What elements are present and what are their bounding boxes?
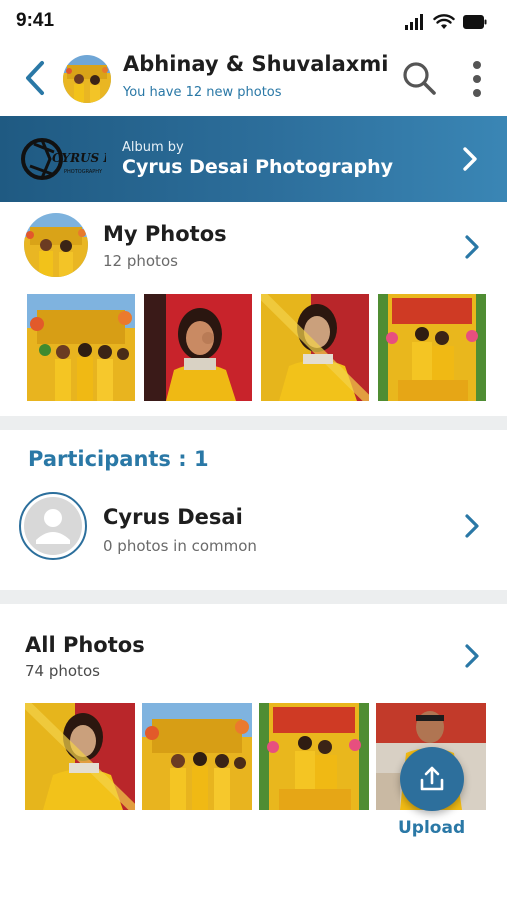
logo-subtext: PHOTOGRAPHY: [64, 169, 103, 175]
upload-icon: [420, 766, 444, 791]
participants-section: Participants : 1 Cyrus Desai 0 photos in…: [0, 430, 507, 590]
my-photos-thumbnails: [27, 294, 486, 401]
chevron-right-icon[interactable]: [458, 233, 486, 261]
photo-thumbnail[interactable]: [261, 294, 369, 401]
status-time: 9:41: [16, 10, 55, 31]
back-button[interactable]: [18, 58, 52, 98]
chevron-right-icon[interactable]: [458, 642, 486, 670]
back-chevron-icon: [26, 61, 44, 95]
new-photos-notice[interactable]: You have 12 new photos: [123, 85, 282, 100]
photo-thumbnail[interactable]: [378, 294, 486, 401]
photo-thumbnail[interactable]: [142, 703, 252, 810]
section-divider: [0, 416, 507, 430]
upload-button[interactable]: [400, 747, 464, 811]
participant-avatar[interactable]: [19, 492, 87, 560]
photo-thumbnail[interactable]: [259, 703, 369, 810]
participants-title: Participants : 1: [28, 447, 209, 471]
album-by-banner[interactable]: CYRUS DESAI PHOTOGRAPHY Album by Cyrus D…: [0, 116, 507, 202]
chevron-right-icon[interactable]: [458, 512, 486, 540]
user-placeholder-icon: [24, 497, 82, 555]
battery-icon: [463, 15, 487, 29]
section-divider: [0, 590, 507, 604]
status-icons: [405, 14, 487, 30]
search-icon: [403, 62, 436, 95]
participant-common-photos: 0 photos in common: [103, 537, 257, 555]
all-photos-count: 74 photos: [25, 662, 100, 680]
app-header: Abhinay & Shuvalaxmi You have 12 new pho…: [0, 44, 507, 116]
photographer-logo: CYRUS DESAI PHOTOGRAPHY: [21, 138, 106, 180]
wifi-icon: [433, 14, 455, 29]
photo-thumbnail[interactable]: [144, 294, 252, 401]
album-avatar: [63, 55, 111, 103]
upload-label[interactable]: Upload: [398, 818, 465, 838]
album-title: Abhinay & Shuvalaxmi: [123, 52, 389, 76]
photo-thumbnail[interactable]: [27, 294, 135, 401]
my-photos-section[interactable]: My Photos 12 photos: [0, 202, 507, 416]
my-photos-avatar: [24, 213, 88, 277]
logo-text: CYRUS DESAI: [52, 151, 106, 165]
album-by-label: Album by: [122, 140, 184, 155]
all-photos-section: All Photos 74 photos Upload: [0, 604, 507, 900]
chevron-right-icon: [463, 147, 477, 171]
signal-icon: [405, 14, 423, 30]
more-vertical-icon[interactable]: [465, 58, 489, 100]
participant-name[interactable]: Cyrus Desai: [103, 505, 243, 529]
my-photos-count: 12 photos: [103, 252, 178, 270]
search-button[interactable]: [400, 59, 440, 99]
photo-thumbnail[interactable]: [25, 703, 135, 810]
my-photos-title: My Photos: [103, 222, 227, 246]
all-photos-title[interactable]: All Photos: [25, 633, 145, 657]
photographer-name: Cyrus Desai Photography: [122, 156, 394, 178]
status-bar: 9:41: [0, 0, 507, 44]
